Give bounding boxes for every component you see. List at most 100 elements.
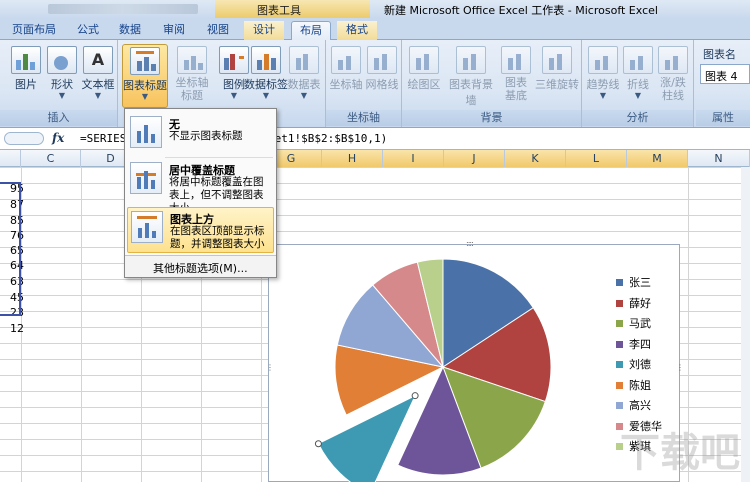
background-group-label: 背景 (402, 110, 581, 126)
shapes-icon (47, 46, 77, 74)
axis-title-icon (177, 46, 207, 74)
insert-group: 图片 形状 ▼ A 文本框 ▼ 插入 (0, 40, 118, 127)
analysis-group-label: 分析 (582, 110, 693, 126)
formula-bar: fx =SERIES eet1!$B$2:$B$10,1) (0, 128, 750, 150)
name-box-collapse[interactable] (4, 132, 44, 145)
axis-title-label: 坐标轴 标题 (175, 76, 209, 102)
up-down-bars-icon (658, 46, 688, 74)
gridlines-button[interactable]: 网格线 (364, 44, 400, 108)
chart-resize-handle-left[interactable]: ⋮ (266, 363, 274, 372)
properties-group-label: 属性 (696, 110, 750, 126)
textbox-label: 文本框 (81, 78, 115, 91)
analysis-group: 趋势线 ▼ 折线 ▼ 涨/跌 柱线 分析 (582, 40, 694, 127)
lines-icon (623, 46, 653, 74)
legend-label: 李四 (629, 337, 651, 351)
legend-swatch (616, 279, 623, 286)
trendline-button[interactable]: 趋势线 ▼ (584, 44, 622, 108)
more-title-options[interactable]: 其他标题选项(M)... (125, 255, 276, 277)
tab-layout[interactable]: 布局 (291, 21, 331, 40)
insert-group-label: 插入 (0, 110, 117, 126)
legend-item: 张三 (616, 274, 676, 295)
axes-label: 坐标轴 (329, 78, 363, 91)
column-header-h[interactable]: H (322, 150, 383, 167)
data-table-button[interactable]: 数据表 ▼ (282, 44, 326, 108)
chart-title-dropdown-icon: ▼ (141, 92, 149, 101)
axes-button[interactable]: 坐标轴 (328, 44, 364, 108)
axis-title-button[interactable]: 坐标轴 标题 (170, 44, 214, 108)
legend-label: 薛好 (629, 296, 651, 310)
legend-swatch (616, 361, 623, 368)
chart-floor-label: 图表 基底 (505, 76, 527, 102)
axes-group-label: 坐标轴 (326, 110, 401, 126)
picture-icon (11, 46, 41, 74)
cell-value[interactable]: 12 (4, 322, 24, 335)
textbox-button[interactable]: A 文本框 ▼ (76, 44, 120, 108)
textbox-dropdown-icon: ▼ (94, 91, 102, 100)
column-header-n[interactable]: N (688, 150, 750, 167)
legend-swatch (616, 299, 623, 307)
no-title-icon (130, 116, 162, 148)
insert-function-icon[interactable]: fx (52, 131, 70, 145)
chart-wall-label: 图表背景墙 (449, 78, 493, 107)
legend-item: 刘德 (616, 356, 676, 377)
up-down-bars-button[interactable]: 涨/跌 柱线 (654, 44, 692, 108)
legend-swatch (616, 320, 623, 327)
tab-format[interactable]: 格式 (337, 21, 377, 40)
menu-separator (165, 157, 273, 158)
legend-item: 陈姐 (616, 377, 676, 398)
watermark: 下载吧 (620, 430, 740, 476)
series-range-highlight (0, 182, 21, 316)
chart-title-button[interactable]: 图表标题 ▼ (122, 44, 168, 108)
3d-rotation-button[interactable]: 三维旋转 (534, 44, 580, 108)
legend-item: 李四 (616, 336, 676, 357)
vertical-scrollbar[interactable] (741, 167, 750, 482)
window-title: 新建 Microsoft Office Excel 工作表 - Microsof… (384, 4, 658, 17)
column-header-k[interactable]: K (505, 150, 566, 167)
above-chart-title-icon (131, 211, 163, 243)
chart-wall-button[interactable]: 图表背景墙 (444, 44, 498, 108)
legend-item: 高兴 (616, 397, 676, 418)
tab-design[interactable]: 设计 (244, 21, 284, 40)
shapes-label: 形状 (51, 78, 73, 91)
gridlines-label: 网格线 (365, 78, 399, 91)
ribbon-tabs: 页面布局 公式 数据 审阅 视图 设计 布局 格式 (0, 18, 750, 40)
tab-view[interactable]: 视图 (200, 21, 236, 40)
chart-resize-handle-top[interactable]: :::: (466, 239, 474, 248)
column-header-c[interactable]: C (21, 150, 81, 167)
legend-label: 刘德 (629, 358, 651, 371)
column-header-l[interactable]: L (566, 150, 627, 167)
chart-name-field[interactable]: 图表 4 (700, 64, 750, 84)
window-controls[interactable] (690, 0, 750, 18)
title-bar: 图表工具 新建 Microsoft Office Excel 工作表 - Mic… (0, 0, 750, 18)
axes-icon (331, 46, 361, 74)
legend-swatch (616, 381, 623, 389)
chart-resize-handle-right[interactable]: ⋮ (676, 363, 684, 372)
tab-data[interactable]: 数据 (112, 21, 148, 40)
grid-line (81, 167, 82, 482)
menu-item-centered-overlay[interactable]: 居中覆盖标题 将居中标题覆盖在图表上，但不调整图表大小 (127, 159, 274, 214)
column-header-j[interactable]: J (444, 150, 505, 167)
chart-title-icon (130, 47, 160, 75)
more-title-options-label: 其他标题选项(M)... (153, 262, 248, 275)
column-header-i[interactable]: I (383, 150, 444, 167)
formula-text-start[interactable]: =SERIES (80, 132, 126, 145)
column-header-m[interactable]: M (627, 150, 688, 167)
tab-review[interactable]: 审阅 (156, 21, 192, 40)
lines-button[interactable]: 折线 ▼ (620, 44, 656, 108)
tab-page-layout[interactable]: 页面布局 (4, 21, 64, 40)
background-group: 绘图区 图表背景墙 图表 基底 三维旋转 背景 (402, 40, 582, 127)
data-table-label: 数据表 (287, 78, 321, 91)
trendline-dropdown-icon: ▼ (599, 91, 607, 100)
menu-item-above-chart[interactable]: 图表上方 在图表区顶部显示标题，并调整图表大小 (127, 207, 274, 253)
chart-floor-button[interactable]: 图表 基底 (498, 44, 534, 108)
column-header-b[interactable] (0, 150, 21, 167)
trendline-icon (588, 46, 618, 74)
tab-formulas[interactable]: 公式 (70, 21, 106, 40)
legend-label: 张三 (629, 276, 651, 289)
chart-wall-icon (456, 46, 486, 74)
menu-item-none[interactable]: 无 不显示图表标题 (127, 113, 274, 153)
formula-text-end[interactable]: eet1!$B$2:$B$10,1) (268, 132, 387, 145)
legend-swatch (616, 340, 623, 348)
legend-item: 薛好 (616, 295, 676, 316)
plot-area-button[interactable]: 绘图区 (404, 44, 444, 108)
